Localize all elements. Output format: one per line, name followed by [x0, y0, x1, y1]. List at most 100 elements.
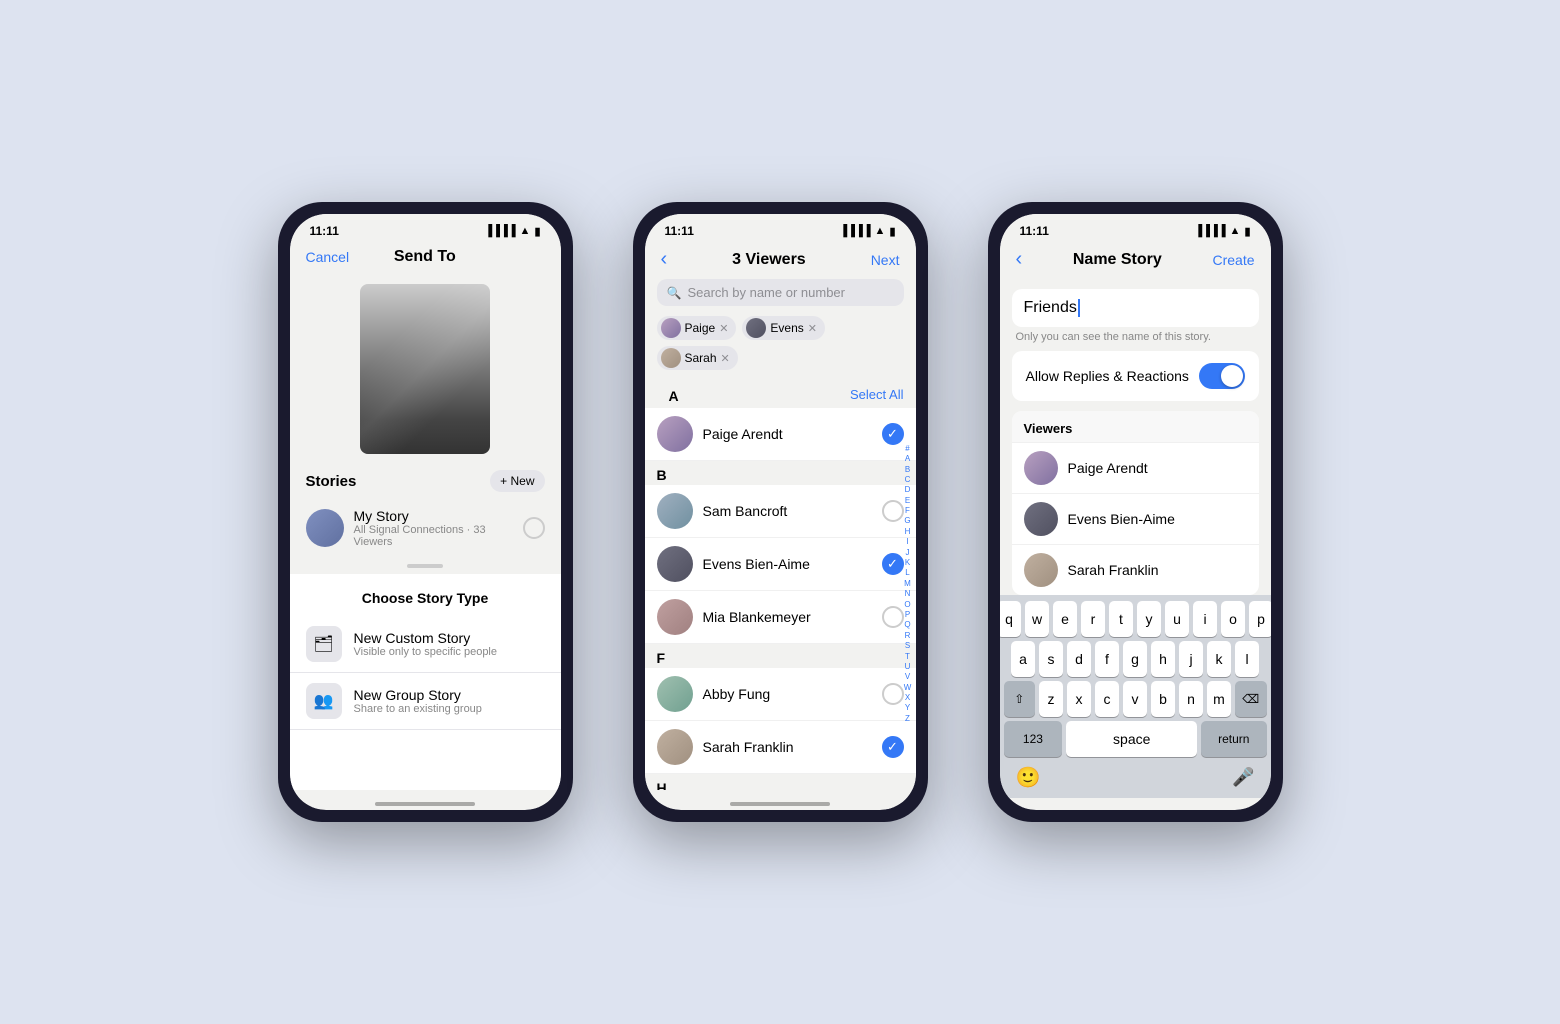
- alpha-hash[interactable]: #: [902, 444, 914, 454]
- keyboard-row-2: a s d f g h j k l: [1004, 641, 1267, 677]
- back-button-3[interactable]: ‹: [1016, 248, 1023, 271]
- key-n[interactable]: n: [1179, 681, 1203, 717]
- chip-remove-sarah[interactable]: ✕: [721, 352, 730, 365]
- new-story-button[interactable]: + New: [490, 470, 544, 492]
- key-h[interactable]: h: [1151, 641, 1175, 677]
- alpha-r[interactable]: R: [902, 631, 914, 641]
- story-name-input[interactable]: Friends: [1012, 289, 1259, 327]
- key-i[interactable]: i: [1193, 601, 1217, 637]
- alpha-a[interactable]: A: [902, 454, 914, 464]
- alpha-h[interactable]: H: [902, 527, 914, 537]
- contact-check-paige[interactable]: ✓: [882, 423, 904, 445]
- shift-key[interactable]: ⇧: [1004, 681, 1036, 717]
- on-screen-keyboard[interactable]: q w e r t y u i o p a s d f g: [1000, 595, 1271, 798]
- alpha-x[interactable]: X: [902, 693, 914, 703]
- select-all-button[interactable]: Select All: [850, 387, 903, 402]
- key-f[interactable]: f: [1095, 641, 1119, 677]
- key-g[interactable]: g: [1123, 641, 1147, 677]
- my-story-radio[interactable]: [523, 517, 545, 539]
- key-m[interactable]: m: [1207, 681, 1231, 717]
- alpha-v[interactable]: V: [902, 672, 914, 682]
- emoji-key[interactable]: 🙂: [1016, 765, 1041, 790]
- alpha-y[interactable]: Y: [902, 703, 914, 713]
- contact-evens-row[interactable]: Evens Bien-Aime ✓: [645, 538, 916, 591]
- key-b[interactable]: b: [1151, 681, 1175, 717]
- alpha-d[interactable]: D: [902, 485, 914, 495]
- alpha-i[interactable]: I: [902, 537, 914, 547]
- chip-paige[interactable]: Paige ✕: [657, 316, 737, 340]
- alpha-u[interactable]: U: [902, 662, 914, 672]
- phone-3: 11:11 ▐▐▐▐ ▲ ▮ ‹ Name Story Create Frien…: [988, 202, 1283, 822]
- contact-sam-row[interactable]: Sam Bancroft: [645, 485, 916, 538]
- allow-replies-toggle[interactable]: [1199, 363, 1245, 389]
- chip-remove-paige[interactable]: ✕: [719, 322, 728, 335]
- back-button-2[interactable]: ‹: [661, 248, 668, 271]
- alpha-index[interactable]: # A B C D E F G H I J K L M N O P: [902, 378, 914, 790]
- my-story-row[interactable]: My Story All Signal Connections · 33 Vie…: [290, 498, 561, 558]
- alpha-j[interactable]: J: [902, 548, 914, 558]
- key-y[interactable]: y: [1137, 601, 1161, 637]
- alpha-w[interactable]: W: [902, 683, 914, 693]
- contact-sarahf-row[interactable]: Sarah Franklin ✓: [645, 721, 916, 774]
- key-x[interactable]: x: [1067, 681, 1091, 717]
- num-key[interactable]: 123: [1004, 721, 1063, 757]
- key-k[interactable]: k: [1207, 641, 1231, 677]
- alpha-b[interactable]: B: [902, 465, 914, 475]
- alpha-e[interactable]: E: [902, 496, 914, 506]
- mic-key[interactable]: 🎤: [1232, 767, 1254, 788]
- space-key[interactable]: space: [1066, 721, 1197, 757]
- key-c[interactable]: c: [1095, 681, 1119, 717]
- contact-check-mia[interactable]: [882, 606, 904, 628]
- new-group-story-item[interactable]: 👥 New Group Story Share to an existing g…: [290, 673, 561, 730]
- allow-replies-toggle-row[interactable]: Allow Replies & Reactions: [1012, 351, 1259, 401]
- new-custom-story-item[interactable]: 🗂 New Custom Story Visible only to speci…: [290, 616, 561, 673]
- search-bar[interactable]: 🔍 Search by name or number: [657, 279, 904, 306]
- key-p[interactable]: p: [1249, 601, 1271, 637]
- key-a[interactable]: a: [1011, 641, 1035, 677]
- contact-paige-row[interactable]: Paige Arendt ✓: [645, 408, 916, 461]
- alpha-m[interactable]: M: [902, 579, 914, 589]
- alpha-t[interactable]: T: [902, 652, 914, 662]
- alpha-z[interactable]: Z: [902, 714, 914, 724]
- key-v[interactable]: v: [1123, 681, 1147, 717]
- key-t[interactable]: t: [1109, 601, 1133, 637]
- key-w[interactable]: w: [1025, 601, 1049, 637]
- viewer-avatar-paige: [1024, 451, 1058, 485]
- key-r[interactable]: r: [1081, 601, 1105, 637]
- contact-check-sarahf[interactable]: ✓: [882, 736, 904, 758]
- search-input[interactable]: Search by name or number: [687, 285, 845, 300]
- key-z[interactable]: z: [1039, 681, 1063, 717]
- chip-remove-evens[interactable]: ✕: [808, 322, 817, 335]
- alpha-k[interactable]: K: [902, 558, 914, 568]
- contact-check-evens[interactable]: ✓: [882, 553, 904, 575]
- alpha-g[interactable]: G: [902, 516, 914, 526]
- chip-sarah[interactable]: Sarah ✕: [657, 346, 738, 370]
- key-q[interactable]: q: [1000, 601, 1022, 637]
- alpha-c[interactable]: C: [902, 475, 914, 485]
- create-button[interactable]: Create: [1212, 252, 1254, 268]
- key-e[interactable]: e: [1053, 601, 1077, 637]
- key-s[interactable]: s: [1039, 641, 1063, 677]
- contact-check-abby[interactable]: [882, 683, 904, 705]
- cancel-button[interactable]: Cancel: [306, 249, 350, 265]
- return-key[interactable]: return: [1201, 721, 1266, 757]
- alpha-p[interactable]: P: [902, 610, 914, 620]
- key-o[interactable]: o: [1221, 601, 1245, 637]
- delete-key[interactable]: ⌫: [1235, 681, 1267, 717]
- chip-evens[interactable]: Evens ✕: [742, 316, 825, 340]
- alpha-s[interactable]: S: [902, 641, 914, 651]
- alpha-f[interactable]: F: [902, 506, 914, 516]
- next-button[interactable]: Next: [871, 252, 900, 268]
- key-l[interactable]: l: [1235, 641, 1259, 677]
- contact-abby-row[interactable]: Abby Fung: [645, 668, 916, 721]
- contact-check-sam[interactable]: [882, 500, 904, 522]
- alpha-o[interactable]: O: [902, 600, 914, 610]
- key-u[interactable]: u: [1165, 601, 1189, 637]
- keyboard-bottom-bar: 🙂 🎤: [1004, 761, 1267, 794]
- key-d[interactable]: d: [1067, 641, 1091, 677]
- key-j[interactable]: j: [1179, 641, 1203, 677]
- alpha-l[interactable]: L: [902, 568, 914, 578]
- alpha-n[interactable]: N: [902, 589, 914, 599]
- contact-mia-row[interactable]: Mia Blankemeyer: [645, 591, 916, 644]
- alpha-q[interactable]: Q: [902, 620, 914, 630]
